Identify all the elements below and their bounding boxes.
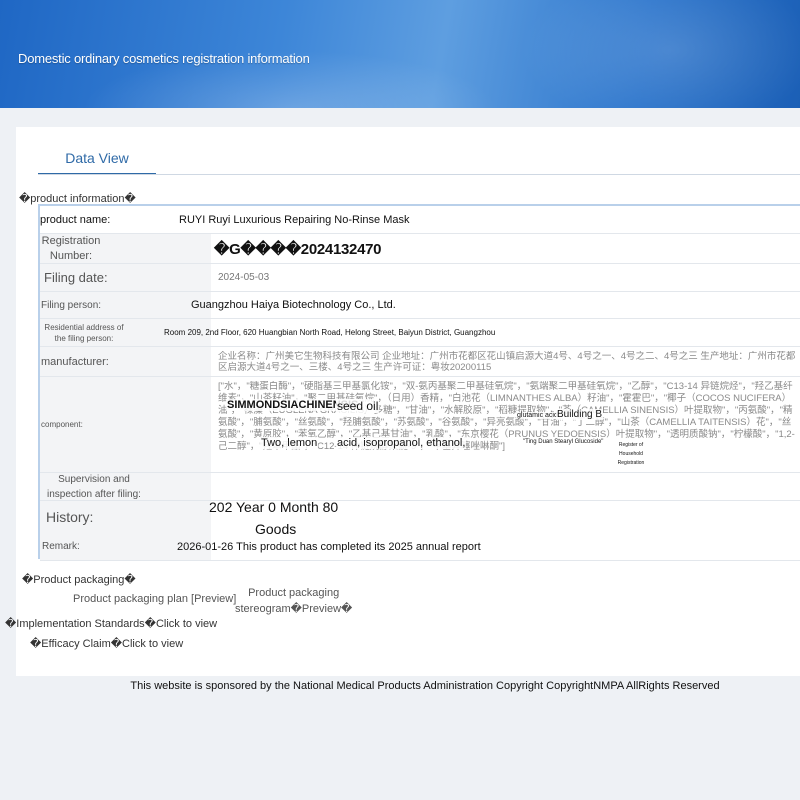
registration-number-label: Registration Number:: [41, 234, 101, 262]
table-row: Residential address of the filing person…: [40, 319, 800, 347]
table-row: Supervision and inspection after filing:: [40, 473, 800, 501]
component-overlay: glutamic acid: [516, 412, 559, 419]
registration-number-value: �G����2024132470: [214, 240, 382, 258]
banner-glow: [520, 0, 800, 108]
filing-date-value: 2024-05-03: [218, 272, 270, 283]
table-row: History: 202 Year 0 Month 80 Goods: [40, 499, 800, 537]
efficacy-claim-link[interactable]: �Efficacy Claim�Click to view: [30, 637, 183, 650]
stereogram-line1: Product packaging: [248, 587, 340, 599]
component-label: component:: [40, 377, 211, 472]
implementation-standards-link[interactable]: �Implementation Standards�Click to view: [5, 617, 217, 630]
product-info-table: product name: RUYI Ruyi Luxurious Repair…: [38, 204, 800, 561]
page-title: Domestic ordinary cosmetics registration…: [18, 51, 310, 66]
table-row: product name: RUYI Ruyi Luxurious Repair…: [40, 206, 800, 234]
filing-person-value: Guangzhou Haiya Biotechnology Co., Ltd.: [191, 299, 396, 311]
table-row: Remark: 2026-01-26 This product has comp…: [40, 533, 800, 561]
table-row: Filing person: Guangzhou Haiya Biotechno…: [40, 292, 800, 319]
history-label: History:: [40, 501, 211, 533]
section-product-packaging: �Product packaging�: [22, 574, 136, 586]
tab-data-view[interactable]: Data View: [38, 145, 156, 175]
packaging-plan-link[interactable]: Product packaging plan [Preview]: [73, 593, 236, 605]
tab-divider: [38, 174, 800, 175]
component-value: ["水"，"糖蛋白酶"，"硬脂基三甲基氯化铵"，"双-氨丙基聚二甲基硅氧烷"，"…: [218, 381, 795, 452]
supervision-label: Supervision and inspection after filing:: [47, 473, 141, 500]
packaging-stereogram-link[interactable]: Product packaging stereogram�Preview�: [235, 585, 352, 617]
manufacturer-value: 企业名称：广州美它生物科技有限公司 企业地址：广州市花都区花山镇启源大道4号、4…: [218, 351, 796, 373]
component-overlay: acid, isopropanol, ethanol,: [336, 437, 467, 449]
product-name-value: RUYI Ruyi Luxurious Repairing No-Rinse M…: [179, 213, 410, 226]
filing-address-value: Room 209, 2nd Floor, 620 Huangbian North…: [164, 328, 496, 337]
manufacturer-label: manufacturer:: [40, 347, 211, 376]
table-row: Filing date: 2024-05-03: [40, 264, 800, 292]
filing-person-label: Filing person:: [40, 292, 211, 318]
remark-value: 2026-01-26 This product has completed it…: [177, 540, 481, 553]
stereogram-line2: stereogram�Preview�: [235, 603, 353, 615]
component-overlay: Two, lemon: [260, 437, 319, 449]
filing-date-label: Filing date:: [40, 264, 211, 291]
table-row: manufacturer: 企业名称：广州美它生物科技有限公司 企业地址：广州市…: [40, 347, 800, 377]
component-overlay: Register of Household Registration: [606, 441, 656, 468]
component-overlay: "Ting Duan Stearyl Glucoside": [522, 439, 605, 445]
history-value: 202 Year 0 Month 80: [209, 499, 339, 515]
header-banner: Domestic ordinary cosmetics registration…: [0, 0, 800, 108]
table-row: Registration Number: �G����2024132470: [40, 234, 800, 264]
component-overlay: Building B: [556, 409, 604, 420]
component-overlay: seed oil: [336, 399, 380, 413]
footer-copyright: This website is sponsored by the Nationa…: [130, 680, 720, 692]
table-row: component: ["水"，"糖蛋白酶"，"硬脂基三甲基氯化铵"，"双-氨丙…: [40, 377, 800, 473]
filing-address-label: Residential address of the filing person…: [44, 322, 124, 343]
